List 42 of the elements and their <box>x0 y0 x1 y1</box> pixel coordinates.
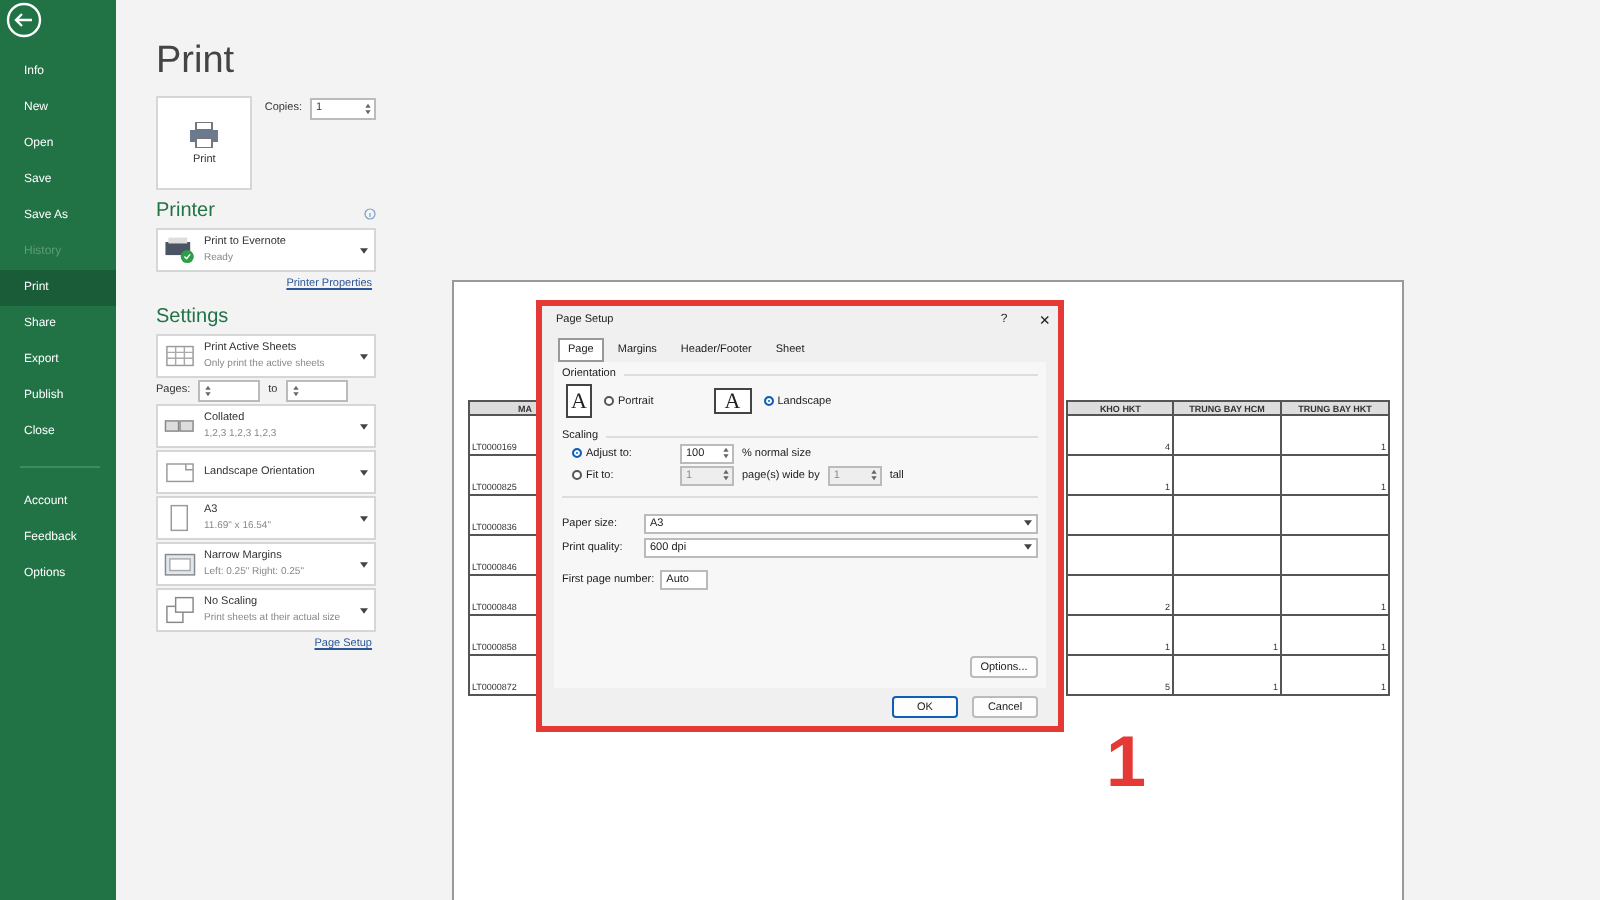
caret-icon <box>360 469 368 475</box>
spin-icon[interactable] <box>722 446 730 460</box>
pages-to-field[interactable] <box>285 379 348 401</box>
spin-icon[interactable] <box>291 383 300 397</box>
printer-icon <box>164 234 196 266</box>
caret-icon <box>360 353 368 359</box>
table-cell <box>1173 495 1282 535</box>
landscape-page-icon: A <box>713 388 752 414</box>
table-cell <box>1173 415 1282 455</box>
caret-icon <box>360 561 368 567</box>
close-button[interactable]: × <box>1039 310 1050 330</box>
portrait-page-icon: A <box>566 384 592 418</box>
table-cell <box>1173 455 1282 495</box>
table-cell <box>1173 535 1282 575</box>
table-cell <box>1067 535 1174 575</box>
sheet-grid-icon <box>166 345 194 367</box>
collated-pages-icon <box>164 420 194 432</box>
table-cell <box>1067 495 1174 535</box>
spin-icon[interactable] <box>869 468 878 482</box>
back-icon[interactable] <box>4 0 44 40</box>
caret-icon <box>360 607 368 613</box>
spin-icon[interactable] <box>722 468 730 482</box>
page-title: Print <box>156 40 237 86</box>
paper-icon <box>170 504 188 532</box>
spin-icon[interactable] <box>364 101 372 115</box>
caret-icon <box>360 247 368 253</box>
section-heading: Printer <box>156 200 215 226</box>
table-cell <box>1173 575 1282 615</box>
caret-icon <box>1024 520 1032 526</box>
caret-icon <box>360 423 368 429</box>
printer-icon <box>190 121 219 147</box>
margins-icon <box>164 553 196 576</box>
caret-icon <box>1024 544 1032 550</box>
section-heading: Settings <box>156 306 229 332</box>
spin-icon[interactable] <box>204 383 213 397</box>
caret-icon <box>360 515 368 521</box>
table-cell <box>1281 535 1389 575</box>
pages-from-field[interactable] <box>198 379 261 401</box>
step-number: 1 <box>1106 720 1147 804</box>
landscape-page-icon <box>166 463 194 483</box>
table-cell <box>1281 495 1389 535</box>
scaling-icon <box>166 596 194 624</box>
